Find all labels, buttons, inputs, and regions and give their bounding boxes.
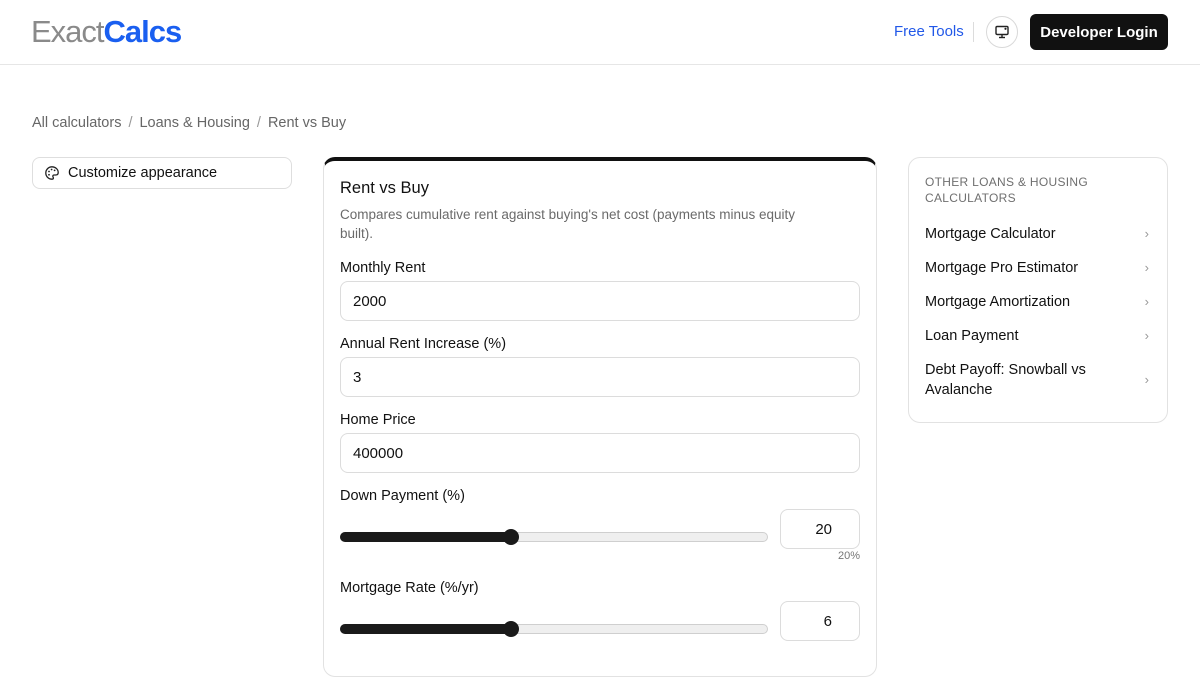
logo-text-light: Exact: [31, 14, 105, 49]
down-payment-input[interactable]: [780, 509, 860, 549]
breadcrumb-all-calculators[interactable]: All calculators: [32, 115, 121, 131]
customize-appearance-button[interactable]: Customize appearance: [32, 157, 292, 189]
breadcrumb-separator: /: [256, 115, 261, 131]
related-item-label: Mortgage Amortization: [925, 294, 1071, 310]
breadcrumb-separator: /: [128, 115, 133, 131]
chevron-right-icon: ›: [1144, 226, 1149, 241]
related-item-label: Loan Payment: [925, 328, 1019, 344]
related-item-mortgage-amortization[interactable]: Mortgage Amortization ›: [925, 292, 1153, 312]
palette-icon: [45, 166, 59, 180]
mortgage-rate-slider-thumb[interactable]: [503, 621, 520, 637]
customize-appearance-label: Customize appearance: [68, 165, 218, 181]
related-item-label: Mortgage Calculator: [925, 226, 1056, 242]
down-payment-slider-thumb[interactable]: [503, 529, 520, 545]
mortgage-rate-input[interactable]: [780, 601, 860, 641]
related-item-label: Mortgage Pro Estimator: [925, 260, 1079, 276]
monthly-rent-input[interactable]: [340, 281, 860, 321]
related-item-mortgage-calculator[interactable]: Mortgage Calculator ›: [925, 224, 1153, 244]
site-header: Exact Calcs Free Tools Developer Login: [0, 0, 1200, 65]
mortgage-rate-slider-fill: [340, 624, 511, 634]
chevron-right-icon: ›: [1144, 328, 1149, 343]
breadcrumb-rent-vs-buy: Rent vs Buy: [267, 115, 347, 131]
related-calculators-list: Mortgage Calculator › Mortgage Pro Estim…: [925, 224, 1153, 400]
calculator-card: Rent vs Buy Compares cumulative rent aga…: [323, 157, 877, 677]
related-item-debt-payoff[interactable]: Debt Payoff: Snowball vs Avalanche ›: [925, 360, 1153, 400]
chevron-right-icon: ›: [1144, 294, 1149, 309]
chevron-right-icon: ›: [1144, 372, 1149, 387]
down-payment-hint: 20%: [837, 550, 860, 562]
free-tools-link[interactable]: Free Tools: [894, 23, 964, 40]
monthly-rent-label: Monthly Rent: [340, 260, 426, 276]
header-divider: [973, 22, 974, 42]
related-calculators-heading: OTHER LOANS & HOUSING CALCULATORS: [925, 175, 1088, 205]
home-price-label: Home Price: [340, 412, 416, 428]
breadcrumb-loans-housing[interactable]: Loans & Housing: [139, 115, 249, 131]
home-price-input[interactable]: [340, 433, 860, 473]
mortgage-rate-label: Mortgage Rate (%/yr): [340, 580, 479, 596]
calculator-description: Compares cumulative rent against buying'…: [340, 207, 796, 241]
down-payment-label: Down Payment (%): [340, 488, 465, 504]
annual-rent-increase-input[interactable]: [340, 357, 860, 397]
site-logo[interactable]: Exact Calcs: [31, 14, 183, 50]
related-calculators-panel: OTHER LOANS & HOUSING CALCULATORS Mortga…: [908, 157, 1168, 423]
theme-toggle-button[interactable]: [986, 16, 1018, 48]
related-item-loan-payment[interactable]: Loan Payment ›: [925, 326, 1153, 346]
logo-text-bold: Calcs: [103, 14, 183, 49]
annual-rent-increase-label: Annual Rent Increase (%): [340, 336, 507, 352]
mortgage-rate-slider[interactable]: [340, 621, 768, 637]
related-item-mortgage-pro-estimator[interactable]: Mortgage Pro Estimator ›: [925, 258, 1153, 278]
related-item-label: Debt Payoff: Snowball vs Avalanche: [925, 362, 1086, 398]
monitor-icon: [995, 25, 1009, 39]
calculator-title: Rent vs Buy: [340, 179, 429, 197]
down-payment-slider-fill: [340, 532, 511, 542]
developer-login-button[interactable]: Developer Login: [1030, 14, 1168, 50]
down-payment-slider[interactable]: [340, 529, 768, 545]
breadcrumb: All calculators / Loans & Housing / Rent…: [32, 115, 346, 131]
chevron-right-icon: ›: [1144, 260, 1149, 275]
